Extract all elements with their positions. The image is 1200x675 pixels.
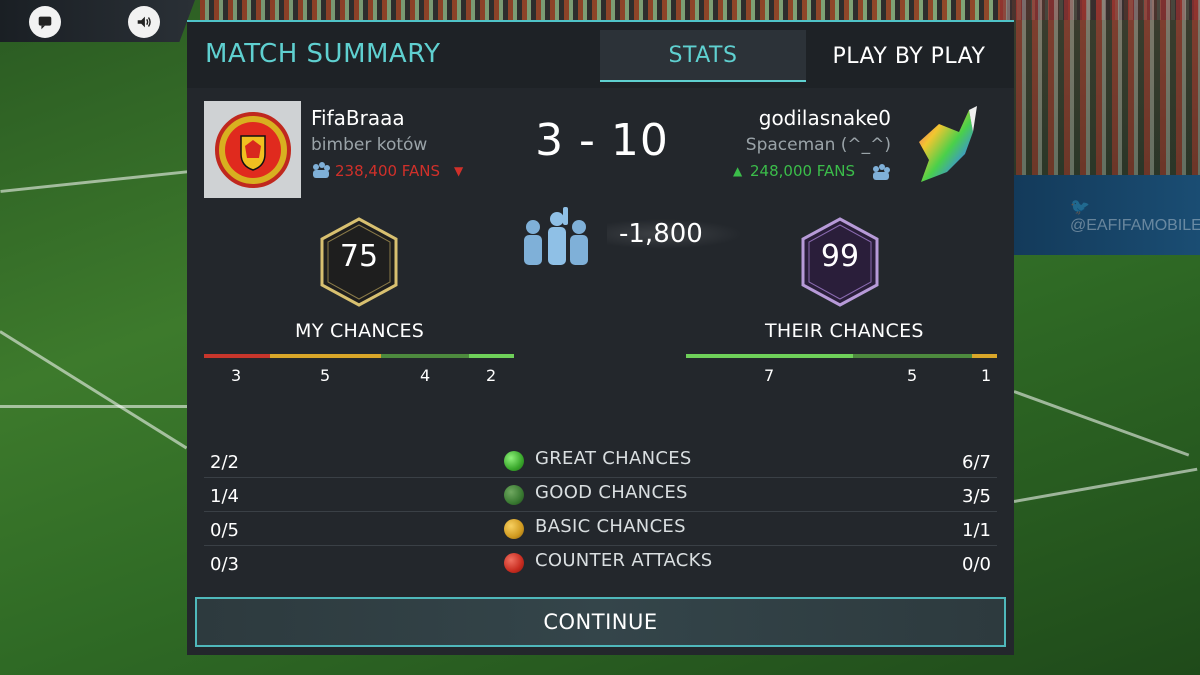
away-stat: 1/1 [962, 520, 991, 541]
bar-segment-good [381, 354, 469, 358]
their-chances-good: 5 [907, 366, 918, 385]
table-row: 0/5 BASIC CHANCES 1/1 [204, 512, 997, 546]
pitch-line [0, 405, 190, 408]
home-player-name: FifaBraaa [311, 106, 405, 130]
their-team-rating: 99 [820, 239, 860, 274]
chat-button[interactable] [29, 6, 61, 38]
pitch-line [0, 170, 190, 193]
stadium-crowd [1000, 0, 1200, 180]
speaker-icon [137, 16, 151, 28]
my-chances-bar [204, 354, 514, 358]
table-row: 0/3 COUNTER ATTACKS 0/0 [204, 546, 997, 580]
my-chances-counter: 3 [231, 366, 242, 385]
away-stat: 0/0 [962, 554, 991, 575]
advertising-board: 🐦 @EAFIFAMOBILE [1010, 175, 1200, 255]
my-team-rating: 75 [339, 239, 379, 274]
fan-change-value: -1,800 [607, 219, 743, 249]
page-title: MATCH SUMMARY [205, 39, 441, 69]
fans-icon [870, 163, 892, 181]
my-chances-great: 2 [486, 366, 497, 385]
their-chances-basic: 1 [981, 366, 992, 385]
stat-label: GREAT CHANCES [535, 448, 692, 469]
stat-label: COUNTER ATTACKS [535, 550, 713, 571]
sound-button[interactable] [128, 6, 160, 38]
away-stat: 6/7 [962, 452, 991, 473]
bar-segment-good [853, 354, 972, 358]
table-row: 2/2 GREAT CHANCES 6/7 [204, 444, 997, 478]
stat-label: BASIC CHANCES [535, 516, 686, 537]
fan-change: -1,800 [517, 207, 757, 267]
manchester-united-crest-icon [204, 101, 301, 198]
tab-play-by-play[interactable]: PLAY BY PLAY [806, 30, 1012, 82]
ball-icon [504, 451, 524, 471]
away-club-name: Spaceman (^_^) [745, 135, 891, 155]
away-stat: 3/5 [962, 486, 991, 507]
home-fans-count: 238,400 FANS [335, 162, 441, 180]
ball-icon [504, 485, 524, 505]
bar-segment-basic [270, 354, 381, 358]
pitch-line [1013, 467, 1198, 503]
my-chances-label: MY CHANCES [295, 320, 425, 342]
match-summary-panel: MATCH SUMMARY STATS PLAY BY PLAY FifaBra… [187, 20, 1014, 655]
fans-cheering-icon [524, 207, 588, 265]
their-chances-bar [686, 354, 997, 358]
match-score: 3 - 10 [535, 115, 669, 166]
away-player-name: godilasnake0 [758, 106, 891, 130]
ball-icon [504, 553, 524, 573]
pitch-line [1013, 390, 1190, 457]
my-chances-good: 4 [420, 366, 431, 385]
unicorn-crest-icon [899, 102, 994, 197]
their-chances-great: 7 [764, 366, 775, 385]
ball-icon [504, 519, 524, 539]
home-stat: 0/5 [210, 520, 239, 541]
their-team-rating-badge: 99 [800, 217, 880, 307]
panel-header: MATCH SUMMARY STATS PLAY BY PLAY [187, 22, 1014, 88]
table-row: 1/4 GOOD CHANCES 3/5 [204, 478, 997, 512]
bar-segment-great [686, 354, 853, 358]
chat-icon [38, 16, 52, 30]
home-stat: 0/3 [210, 554, 239, 575]
my-chances-basic: 5 [320, 366, 331, 385]
bar-segment-counter [204, 354, 270, 358]
continue-button[interactable]: CONTINUE [195, 597, 1006, 647]
tab-stats[interactable]: STATS [600, 30, 806, 82]
my-team-rating-badge: 75 [319, 217, 399, 307]
pitch-line [0, 330, 188, 450]
their-chances-label: THEIR CHANCES [765, 320, 924, 342]
bar-segment-great [469, 354, 514, 358]
arrow-up-icon: ▲ [733, 164, 743, 178]
home-stat: 1/4 [210, 486, 239, 507]
away-fans-count: 248,000 FANS [750, 162, 856, 180]
stat-label: GOOD CHANCES [535, 482, 688, 503]
bar-segment-basic [972, 354, 997, 358]
fans-icon [310, 161, 332, 179]
home-club-name: bimber kotów [311, 135, 428, 155]
arrow-down-icon: ▼ [454, 164, 464, 178]
home-stat: 2/2 [210, 452, 239, 473]
